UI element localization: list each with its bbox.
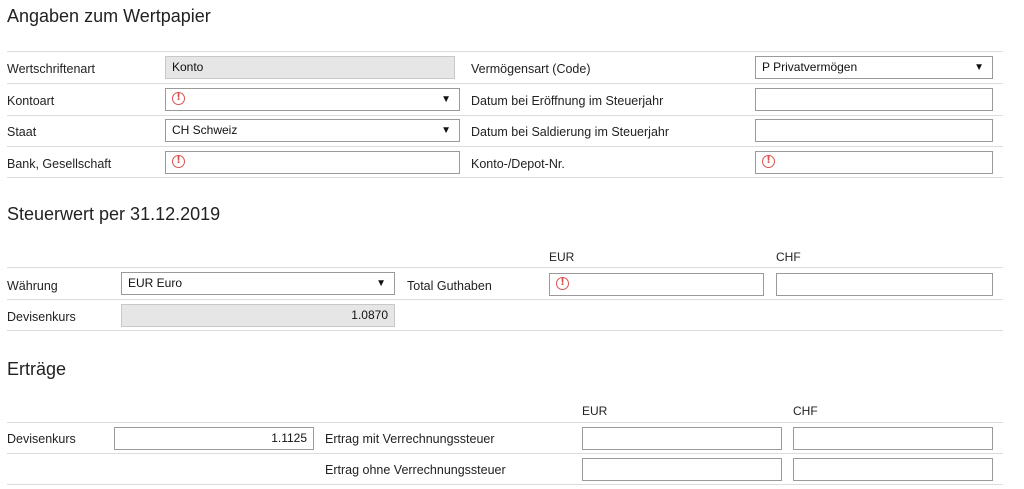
divider [7,51,1003,52]
waehrung-value: EUR Euro [128,276,183,290]
ertrag-ohne-vst-label: Ertrag ohne Verrechnungssteuer [325,463,506,477]
kontoart-label: Kontoart [7,94,55,108]
kontoart-select[interactable]: ! ▼ [165,88,460,111]
wertschriftenart-value: Konto [172,60,204,74]
column-header-chf: CHF [776,250,801,264]
vermoegensart-value: P Privatvermögen [762,60,858,74]
ertrag-ohne-vst-eur-input[interactable] [582,458,782,481]
divider [7,146,1003,147]
depotnr-input[interactable]: ! [755,151,993,174]
waehrung-label: Währung [7,279,58,293]
staat-select[interactable]: CH Schweiz ▼ [165,119,460,142]
column-header-eur: EUR [549,250,575,264]
waehrung-select[interactable]: EUR Euro ▼ [121,272,395,295]
divider [7,422,1003,423]
total-guthaben-chf-input[interactable] [776,273,993,296]
ertraege-devisenkurs-value: 1.1125 [271,431,307,445]
total-guthaben-eur-input[interactable]: ! [549,273,764,296]
chevron-down-icon: ▼ [376,278,386,289]
vermoegensart-select[interactable]: P Privatvermögen ▼ [755,56,993,79]
saldierung-input[interactable] [755,119,993,142]
bank-label: Bank, Gesellschaft [7,157,112,171]
saldierung-label: Datum bei Saldierung im Steuerjahr [471,125,670,139]
warning-icon: ! [172,155,185,169]
depotnr-label: Konto-/Depot-Nr. [471,157,565,171]
chevron-down-icon: ▼ [441,94,451,105]
devisenkurs-label: Devisenkurs [7,310,76,324]
section-title-steuerwert: Steuerwert per 31.12.2019 [7,204,221,224]
warning-icon: ! [556,277,569,291]
divider [7,330,1003,331]
ertrag-mit-vst-eur-input[interactable] [582,427,782,450]
total-guthaben-label: Total Guthaben [407,279,492,293]
eroeffnung-input[interactable] [755,88,993,111]
ertrag-mit-vst-chf-input[interactable] [793,427,993,450]
warning-icon: ! [762,155,775,169]
eroeffnung-label: Datum bei Eröffnung im Steuerjahr [471,94,664,108]
divider [7,484,1003,485]
ertraege-devisenkurs-input[interactable]: 1.1125 [114,427,314,450]
divider [7,83,1003,84]
ertraege-devisenkurs-label: Devisenkurs [7,432,76,446]
warning-icon: ! [172,92,185,106]
vermoegensart-label: Vermögensart (Code) [471,62,591,76]
wertschriftenart-label: Wertschriftenart [7,62,95,76]
divider [7,177,1003,178]
divider [7,299,1003,300]
staat-label: Staat [7,125,37,139]
section-title-ertraege: Erträge [7,359,67,379]
ertrag-ohne-vst-chf-input[interactable] [793,458,993,481]
devisenkurs-field: 1.0870 [121,304,395,327]
column-header-chf: CHF [793,404,818,418]
bank-input[interactable]: ! [165,151,460,174]
section-title-wertpapier: Angaben zum Wertpapier [7,6,211,26]
divider [7,453,1003,454]
devisenkurs-value: 1.0870 [351,308,388,322]
chevron-down-icon: ▼ [441,125,451,136]
staat-value: CH Schweiz [172,123,238,137]
column-header-eur: EUR [582,404,608,418]
chevron-down-icon: ▼ [974,62,984,73]
ertrag-mit-vst-label: Ertrag mit Verrechnungssteuer [325,432,495,446]
divider [7,267,1003,268]
wertschriftenart-field: Konto [165,56,455,79]
divider [7,115,1003,116]
